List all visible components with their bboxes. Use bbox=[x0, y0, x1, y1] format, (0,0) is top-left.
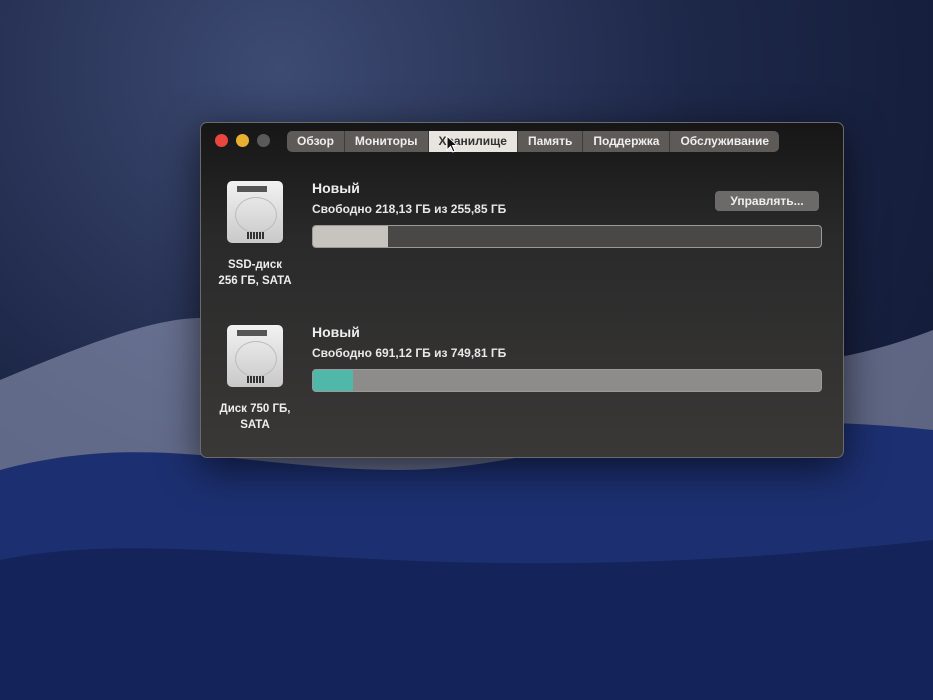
minimize-button[interactable] bbox=[236, 134, 249, 147]
tab-memory[interactable]: Память bbox=[518, 131, 584, 152]
manage-button[interactable]: Управлять... bbox=[715, 191, 819, 211]
tab-storage[interactable]: Хранилище bbox=[428, 131, 518, 152]
disk-name-line1: SSD-диск bbox=[228, 259, 282, 271]
hard-drive-icon bbox=[227, 325, 283, 387]
free-space-text: Свободно 691,12 ГБ из 749,81 ГБ bbox=[312, 346, 507, 360]
storage-usage-bar bbox=[312, 369, 822, 392]
used-space-fill bbox=[313, 226, 388, 247]
tab-bar: Обзор Мониторы Хранилище Память Поддержк… bbox=[287, 131, 780, 152]
disk-name-line2: 256 ГБ, SATA bbox=[218, 275, 292, 287]
tab-support[interactable]: Поддержка bbox=[583, 131, 671, 152]
volume-name: Новый bbox=[312, 180, 360, 196]
free-space-text: Свободно 218,13 ГБ из 255,85 ГБ bbox=[312, 202, 507, 216]
tab-service[interactable]: Обслуживание bbox=[670, 131, 779, 152]
about-this-mac-window: Обзор Мониторы Хранилище Память Поддержк… bbox=[200, 122, 844, 458]
hard-drive-icon bbox=[227, 181, 283, 243]
tab-displays[interactable]: Мониторы bbox=[345, 131, 429, 152]
storage-usage-bar bbox=[312, 225, 822, 248]
used-space-fill bbox=[313, 370, 353, 391]
zoom-button[interactable] bbox=[257, 134, 270, 147]
tab-overview[interactable]: Обзор bbox=[287, 131, 345, 152]
disk-name: SSD-диск 256 ГБ, SATA bbox=[209, 257, 301, 289]
volume-name: Новый bbox=[312, 324, 360, 340]
disk-name-line1: Диск 750 ГБ, bbox=[219, 403, 291, 415]
close-button[interactable] bbox=[215, 134, 228, 147]
disk-name-line2: SATA bbox=[240, 419, 270, 431]
disk-name: Диск 750 ГБ, SATA bbox=[209, 401, 301, 433]
mouse-cursor-icon bbox=[446, 135, 458, 153]
